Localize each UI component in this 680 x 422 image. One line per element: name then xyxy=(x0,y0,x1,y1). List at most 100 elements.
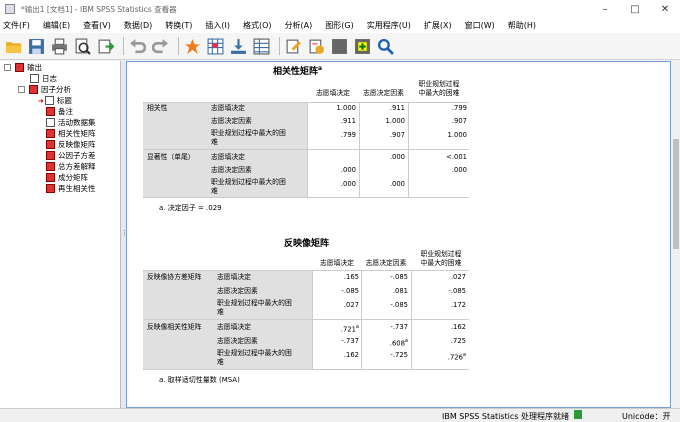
table-cell: -.085 xyxy=(341,287,359,295)
close-icon[interactable]: ✕ xyxy=(650,0,680,18)
table-cell: .000 xyxy=(340,166,356,174)
tree-label: 输出 xyxy=(27,63,42,72)
log-icon xyxy=(30,74,39,83)
table-cell: -.737 xyxy=(390,323,408,331)
row-label: 志愿填决定 xyxy=(211,104,245,112)
tree-node-anti-image-matrix[interactable]: 反映像矩阵 xyxy=(46,139,96,150)
tree-node-factor-analysis[interactable]: 因子分析 xyxy=(18,84,71,95)
show-icon[interactable] xyxy=(353,37,372,56)
menu-edit[interactable]: 编辑(E) xyxy=(43,20,70,31)
menu-transform[interactable]: 转换(T) xyxy=(165,20,192,31)
menu-data[interactable]: 数据(D) xyxy=(124,20,152,31)
export-icon[interactable] xyxy=(96,37,115,56)
tree-label: 成分矩阵 xyxy=(58,173,88,182)
table-cell: .162 xyxy=(343,351,359,359)
column-header: 志愿决定因素 xyxy=(365,259,407,267)
table-cell: 1.000 xyxy=(385,117,405,125)
menu-format[interactable]: 格式(O) xyxy=(243,20,272,31)
group-label: 相关性 xyxy=(147,104,168,112)
tree-node-output[interactable]: 输出 xyxy=(4,62,42,73)
table-cell: .911 xyxy=(340,117,356,125)
row-label: 志愿决定因素 xyxy=(217,337,258,345)
tree-label: 活动数据集 xyxy=(58,118,96,127)
variables-icon[interactable] xyxy=(252,37,271,56)
table-cell: .726a xyxy=(447,352,466,362)
group-label: 反映像协方差矩阵 xyxy=(147,273,202,281)
correlation-matrix-title: 相关性矩阵a xyxy=(273,65,323,77)
tree-node-log[interactable]: 日志 xyxy=(30,73,57,84)
output-book-icon xyxy=(15,63,24,72)
tree-label: 再生相关性 xyxy=(58,184,96,193)
hide-icon[interactable] xyxy=(330,37,349,56)
book-icon xyxy=(29,85,38,94)
menu-file[interactable]: 文件(F) xyxy=(3,20,30,31)
insert-variable-icon[interactable] xyxy=(229,37,248,56)
row-label: 职业规划过程中最大的困 xyxy=(211,129,286,137)
collapse-icon[interactable] xyxy=(4,64,11,71)
tree-node-reproduced-correlations[interactable]: 再生相关性 xyxy=(46,183,96,194)
outline-pane: 输出 日志 因子分析 ➜ 标题 备注 活动数据集 相关性矩阵 反映像矩阵 公因子… xyxy=(0,61,121,408)
scrollbar-thumb[interactable] xyxy=(673,139,679,249)
table-icon xyxy=(46,129,55,138)
menu-insert[interactable]: 插入(I) xyxy=(205,20,230,31)
group-label: 显著性（单尾） xyxy=(147,153,195,161)
tree-node-active-dataset[interactable]: 活动数据集 xyxy=(46,117,96,128)
menu-graphs[interactable]: 图形(G) xyxy=(325,20,353,31)
menu-extensions[interactable]: 扩展(X) xyxy=(424,20,452,31)
goto-case-icon[interactable] xyxy=(183,37,202,56)
toolbar xyxy=(0,33,680,60)
table-cell: .799 xyxy=(451,104,467,112)
anti-image-matrix-title: 反映像矩阵 xyxy=(284,239,330,249)
save-icon[interactable] xyxy=(27,37,46,56)
minimize-icon[interactable]: – xyxy=(590,0,620,18)
menu-analyze[interactable]: 分析(A) xyxy=(285,20,313,31)
table-cell: .000 xyxy=(451,166,467,174)
designate-window-icon[interactable] xyxy=(284,37,303,56)
tree-node-correlation-matrix[interactable]: 相关性矩阵 xyxy=(46,128,96,139)
tree-label: 反映像矩阵 xyxy=(58,140,96,149)
chart-builder-icon[interactable] xyxy=(307,37,326,56)
column-header: 志愿填决定 xyxy=(320,259,354,267)
open-folder-icon[interactable] xyxy=(4,37,23,56)
vertical-scrollbar[interactable] xyxy=(671,61,680,408)
toolbar-separator xyxy=(178,37,179,55)
menu-view[interactable]: 查看(V) xyxy=(83,20,111,31)
maximize-icon[interactable]: □ xyxy=(620,0,650,18)
table-cell: .027 xyxy=(343,301,359,309)
redo-icon[interactable] xyxy=(151,37,170,56)
window-title: *输出1 [文档1] - IBM SPSS Statistics 查看器 xyxy=(21,4,177,14)
tree-node-communalities[interactable]: 公因子方差 xyxy=(46,150,96,161)
table-icon xyxy=(46,140,55,149)
tree-label: 相关性矩阵 xyxy=(58,129,96,138)
table-cell: .721a xyxy=(340,324,359,334)
menu-utilities[interactable]: 实用程序(U) xyxy=(367,20,411,31)
print-icon[interactable] xyxy=(50,37,69,56)
collapse-icon[interactable] xyxy=(18,86,25,93)
table-icon xyxy=(46,173,55,182)
notes-icon xyxy=(46,107,55,116)
table-cell: -.085 xyxy=(390,301,408,309)
tree-node-total-variance[interactable]: 总方差解释 xyxy=(46,161,96,172)
menu-bar: 文件(F) 编辑(E) 查看(V) 数据(D) 转换(T) 插入(I) 格式(O… xyxy=(0,18,680,33)
table-icon xyxy=(46,184,55,193)
tree-node-component-matrix[interactable]: 成分矩阵 xyxy=(46,172,88,183)
column-header: 中最大的困难 xyxy=(420,259,462,267)
tree-node-notes[interactable]: 备注 xyxy=(46,106,73,117)
goto-variable-icon[interactable] xyxy=(206,37,225,56)
undo-icon[interactable] xyxy=(128,37,147,56)
table-cell: .608a xyxy=(389,338,408,348)
row-label: 职业规划过程中最大的困 xyxy=(211,178,286,186)
tree-label: 总方差解释 xyxy=(58,162,96,171)
row-label: 志愿决定因素 xyxy=(211,117,252,125)
unicode-status: Unicode：开 xyxy=(622,412,671,421)
title-icon xyxy=(44,96,54,105)
search-icon[interactable] xyxy=(376,37,395,56)
menu-window[interactable]: 窗口(W) xyxy=(465,20,495,31)
column-header: 职业规划过程 xyxy=(418,80,460,88)
tree-node-title[interactable]: ➜ 标题 xyxy=(38,95,72,106)
row-label: 志愿填决定 xyxy=(217,273,251,281)
print-preview-icon[interactable] xyxy=(73,37,92,56)
footnote: a. 取样适切性量数 (MSA) xyxy=(159,376,240,384)
table-cell: .000 xyxy=(340,180,356,188)
menu-help[interactable]: 帮助(H) xyxy=(508,20,536,31)
